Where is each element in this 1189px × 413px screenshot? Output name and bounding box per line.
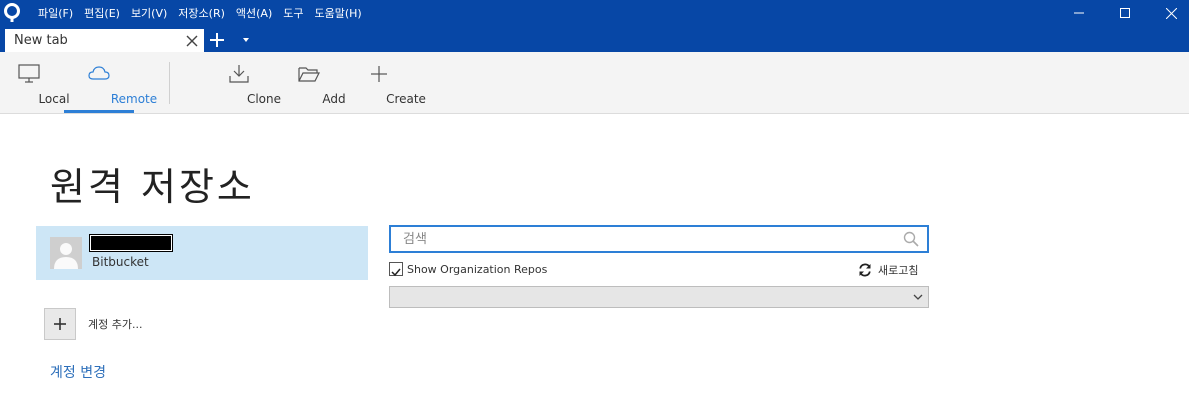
chevron-down-icon [913, 294, 923, 300]
account-name-redacted [89, 234, 173, 252]
user-avatar-icon [50, 237, 82, 269]
menu-file[interactable]: 파일(F) [38, 5, 73, 21]
search-icon[interactable] [903, 231, 919, 247]
add-button[interactable]: Add [284, 52, 346, 114]
maximize-icon [1120, 8, 1130, 18]
avatar [50, 237, 82, 269]
checkmark-icon [391, 268, 401, 277]
sourcetree-logo-icon[interactable] [3, 3, 21, 23]
repo-filter-select[interactable] [389, 286, 929, 308]
menu-bar: 파일(F) 편집(E) 보기(V) 저장소(R) 액션(A) 도구 도움말(H) [38, 0, 373, 26]
refresh-button[interactable]: 새로고침 [858, 262, 918, 278]
plus-icon [371, 66, 387, 82]
minimize-button[interactable] [1056, 0, 1102, 26]
minimize-icon [1074, 12, 1084, 14]
menu-edit[interactable]: 편집(E) [84, 5, 120, 21]
menu-repository[interactable]: 저장소(R) [178, 5, 225, 21]
create-label: Create [386, 92, 426, 106]
close-window-button[interactable] [1148, 0, 1189, 26]
account-card[interactable]: Bitbucket [36, 226, 368, 280]
refresh-icon [859, 263, 871, 277]
menu-view[interactable]: 보기(V) [131, 5, 167, 21]
show-org-repos-label[interactable]: Show Organization Repos [407, 263, 547, 276]
clone-label: Clone [246, 92, 282, 106]
menu-tools[interactable]: 도구 [283, 5, 303, 21]
refresh-label: 새로고침 [878, 264, 919, 277]
remote-label: Remote [110, 92, 158, 106]
menu-help[interactable]: 도움말(H) [315, 5, 362, 21]
search-input[interactable] [403, 229, 893, 249]
toolbar: Local Remote Clone Add Create [0, 52, 1189, 114]
create-button[interactable]: Create [352, 52, 426, 114]
monitor-icon [18, 64, 40, 83]
tab-new-tab[interactable]: New tab [5, 29, 204, 52]
remote-button[interactable]: Remote [64, 52, 157, 114]
cloud-icon [88, 66, 110, 80]
clone-button[interactable]: Clone [214, 52, 281, 114]
menu-actions[interactable]: 액션(A) [236, 5, 272, 21]
toolbar-separator [169, 62, 170, 104]
add-account-button[interactable] [44, 308, 76, 340]
maximize-button[interactable] [1102, 0, 1148, 26]
local-button[interactable]: Local [4, 52, 70, 114]
title-bar: 파일(F) 편집(E) 보기(V) 저장소(R) 액션(A) 도구 도움말(H) [0, 0, 1189, 26]
search-box [389, 225, 929, 253]
tab-close-icon[interactable] [185, 34, 199, 48]
tab-label: New tab [14, 33, 68, 48]
close-icon [1165, 7, 1177, 19]
show-org-repos-checkbox[interactable] [389, 262, 403, 277]
plus-icon [54, 318, 66, 330]
active-tab-indicator [64, 110, 134, 113]
new-tab-plus-icon[interactable] [208, 31, 226, 49]
tab-strip: New tab [0, 26, 1189, 52]
folder-open-icon [298, 67, 320, 82]
account-service: Bitbucket [92, 255, 149, 269]
page-title: 원격 저장소 [50, 165, 255, 209]
tab-list-chevron-down-icon[interactable] [240, 35, 252, 45]
download-icon [229, 65, 249, 83]
add-account-label[interactable]: 계정 추가... [88, 316, 142, 332]
change-account-link[interactable]: 계정 변경 [50, 362, 106, 382]
